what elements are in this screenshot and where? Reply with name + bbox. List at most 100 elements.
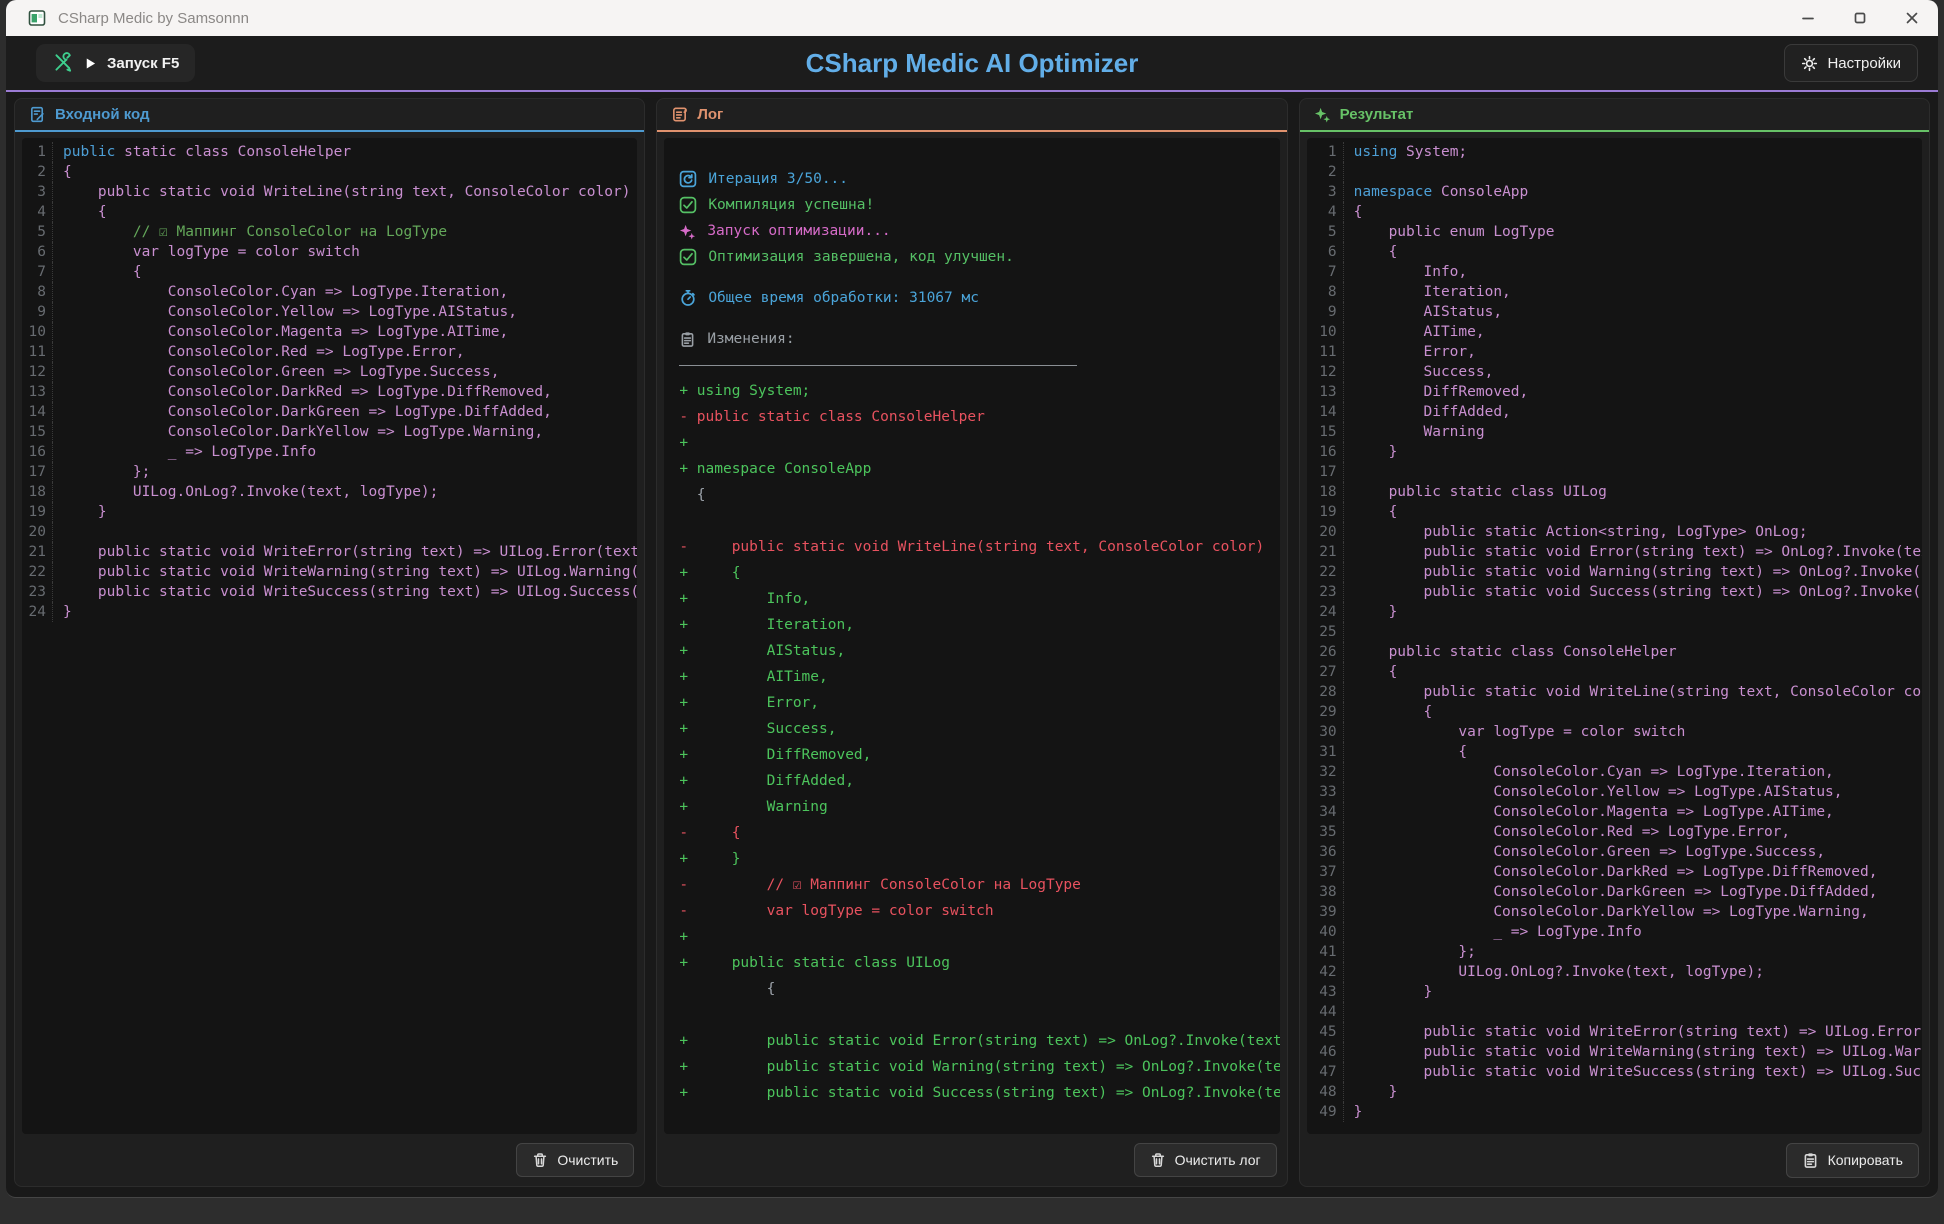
diff-line-text: + AIStatus,: [679, 643, 845, 659]
diff-line-text: + DiffAdded,: [679, 773, 854, 789]
input-panel: Входной код 1public static class Console…: [14, 98, 645, 1187]
code-line: 18 UILog.OnLog?.Invoke(text, logType);: [22, 482, 637, 502]
clear-log-button[interactable]: Очистить лог: [1134, 1143, 1277, 1177]
log-panel-footer: Очистить лог: [657, 1134, 1286, 1186]
close-button[interactable]: [1886, 0, 1938, 36]
window-title: CSharp Medic by Samsonnn: [58, 10, 249, 27]
code-line: 28 public static void WriteLine(string t…: [1307, 682, 1922, 702]
log-spacer: [664, 311, 1279, 326]
code-line: 15 Warning: [1307, 422, 1922, 442]
code-line: 24}: [22, 602, 637, 622]
diff-line-text: + {: [679, 565, 740, 581]
code-line: 14 ConsoleColor.DarkGreen => LogType.Dif…: [22, 402, 637, 422]
code-line: 19 }: [22, 502, 637, 522]
code-line: 7 {: [22, 262, 637, 282]
refresh-icon: [679, 170, 697, 188]
code-line: 2{: [22, 162, 637, 182]
log-entry: Оптимизация завершена, код улучшен.: [664, 244, 1279, 270]
diff-line: + AITime,: [664, 664, 1279, 690]
code-line: 40 _ => LogType.Info: [1307, 922, 1922, 942]
log-entry: Компиляция успешна!: [664, 192, 1279, 218]
code-line: 9 AIStatus,: [1307, 302, 1922, 322]
code-line: 27 {: [1307, 662, 1922, 682]
code-line: 12 Success,: [1307, 362, 1922, 382]
code-line: 23 public static void WriteSuccess(strin…: [22, 582, 637, 602]
log-entry: Общее время обработки: 31067 мс: [664, 285, 1279, 311]
code-line: 46 public static void WriteWarning(strin…: [1307, 1042, 1922, 1062]
diff-line: + public static void Error(string text) …: [664, 1028, 1279, 1054]
settings-button[interactable]: Настройки: [1784, 44, 1918, 82]
code-line: 11 ConsoleColor.Red => LogType.Error,: [22, 342, 637, 362]
diff-line-text: + using System;: [679, 383, 810, 399]
diff-line: + Error,: [664, 690, 1279, 716]
diff-line-text: {: [679, 487, 705, 503]
code-line: 13 DiffRemoved,: [1307, 382, 1922, 402]
code-line: 23 public static void Success(string tex…: [1307, 582, 1922, 602]
diff-line: - public static void WriteLine(string te…: [664, 534, 1279, 560]
log-panel: Лог Итерация 3/50...Компиляция успешна!З…: [656, 98, 1287, 1187]
code-line: 44: [1307, 1002, 1922, 1022]
code-line: 16 }: [1307, 442, 1922, 462]
diff-line-text: +: [679, 435, 696, 451]
code-line: 38 ConsoleColor.DarkGreen => LogType.Dif…: [1307, 882, 1922, 902]
code-line: 15 ConsoleColor.DarkYellow => LogType.Wa…: [22, 422, 637, 442]
input-code-editor[interactable]: 1public static class ConsoleHelper2{3 pu…: [22, 138, 637, 1134]
diff-line: [664, 508, 1279, 534]
diff-line: + Success,: [664, 716, 1279, 742]
run-button-label: Запуск F5: [107, 55, 179, 72]
code-line: 14 DiffAdded,: [1307, 402, 1922, 422]
clear-input-button[interactable]: Очистить: [516, 1143, 634, 1177]
diff-line: + {: [664, 560, 1279, 586]
diff-line-text: + public static void Warning(string text…: [679, 1059, 1279, 1075]
app-window: CSharp Medic by Samsonnn Запуск F5 CShar…: [6, 0, 1938, 1198]
diff-line: - public static class ConsoleHelper: [664, 404, 1279, 430]
code-line: 6 var logType = color switch: [22, 242, 637, 262]
code-line: 49}: [1307, 1102, 1922, 1122]
code-line: 5 public enum LogType: [1307, 222, 1922, 242]
diff-line: + using System;: [664, 378, 1279, 404]
log-entry-text: Итерация 3/50...: [708, 171, 848, 187]
diff-line-text: + AITime,: [679, 669, 827, 685]
code-line: 11 Error,: [1307, 342, 1922, 362]
clear-log-label: Очистить лог: [1175, 1152, 1261, 1168]
stopwatch-icon: [679, 289, 697, 307]
scroll-icon: [671, 106, 688, 123]
code-line: 30 var logType = color switch: [1307, 722, 1922, 742]
diff-line-text: + DiffRemoved,: [679, 747, 871, 763]
code-line: 9 ConsoleColor.Yellow => LogType.AIStatu…: [22, 302, 637, 322]
diff-line: [664, 1002, 1279, 1028]
code-line: 42 UILog.OnLog?.Invoke(text, logType);: [1307, 962, 1922, 982]
app-header: Запуск F5 CSharp Medic AI Optimizer Наст…: [6, 36, 1938, 90]
code-line: 7 Info,: [1307, 262, 1922, 282]
code-line: 41 };: [1307, 942, 1922, 962]
code-line: 18 public static class UILog: [1307, 482, 1922, 502]
input-panel-title: Входной код: [55, 106, 150, 123]
code-line: 22 public static void WriteWarning(strin…: [22, 562, 637, 582]
clipboard-icon: [679, 331, 696, 348]
log-entry-text: Компиляция успешна!: [708, 197, 874, 213]
result-panel-title: Результат: [1340, 106, 1414, 123]
code-line: 10 AITime,: [1307, 322, 1922, 342]
trash-icon: [532, 1152, 548, 1168]
code-line: 21 public static void WriteError(string …: [22, 542, 637, 562]
code-line: 32 ConsoleColor.Cyan => LogType.Iteratio…: [1307, 762, 1922, 782]
diff-line-text: + Info,: [679, 591, 810, 607]
minimize-button[interactable]: [1782, 0, 1834, 36]
code-line: 8 Iteration,: [1307, 282, 1922, 302]
diff-line-text: + public static void Error(string text) …: [679, 1033, 1279, 1049]
maximize-icon: [1853, 11, 1867, 25]
copy-button[interactable]: Копировать: [1786, 1143, 1919, 1178]
diff-line-text: + namespace ConsoleApp: [679, 461, 871, 477]
diff-line-text: [679, 1007, 696, 1023]
maximize-button[interactable]: [1834, 0, 1886, 36]
code-line: 33 ConsoleColor.Yellow => LogType.AIStat…: [1307, 782, 1922, 802]
code-line: 3 public static void WriteLine(string te…: [22, 182, 637, 202]
run-button[interactable]: Запуск F5: [36, 44, 195, 82]
diff-line: - {: [664, 820, 1279, 846]
sparkles-icon: [1314, 106, 1331, 123]
main-content: Входной код 1public static class Console…: [6, 92, 1938, 1187]
code-line: 45 public static void WriteError(string …: [1307, 1022, 1922, 1042]
code-line: 22 public static void Warning(string tex…: [1307, 562, 1922, 582]
diff-line: + AIStatus,: [664, 638, 1279, 664]
titlebar[interactable]: CSharp Medic by Samsonnn: [6, 0, 1938, 36]
